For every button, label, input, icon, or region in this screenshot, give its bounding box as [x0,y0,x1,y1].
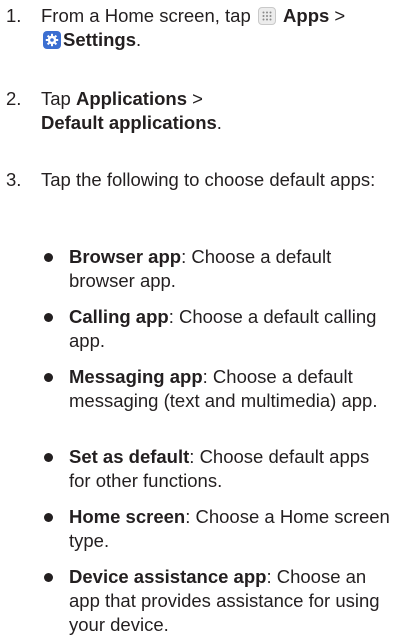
apps-grid-icon [257,7,276,25]
period: . [216,112,222,133]
list-item-text: Messaging app: Choose a default messagin… [69,365,391,413]
settings-label: Settings [63,29,136,50]
list-item-text: Home screen: Choose a Home screen type. [69,505,391,553]
step-text-lead: From a Home screen, tap [41,5,251,26]
list-item-text: Browser app: Choose a default browser ap… [69,245,391,293]
settings-gear-icon [43,31,61,49]
step-text: Tap the following to choose default apps… [41,169,376,190]
step-text: From a Home screen, tap Apps > Settings. [41,4,391,52]
bullet-dot [44,573,53,582]
apps-label: Apps [283,5,330,26]
bullet-dot [44,373,53,382]
list-item-title: Set as default [69,446,190,467]
step-text-lead: Tap [41,88,71,109]
separator: > [192,88,203,109]
step-number: 3. [6,169,22,190]
separator: > [334,5,346,26]
bullet-dot [44,453,53,462]
list-item-text: Calling app: Choose a default calling ap… [69,305,391,353]
list-item-title: Calling app [69,306,169,327]
instructions-document: 1. From a Home screen, tap Apps > Settin… [0,0,395,635]
list-item-title: Browser app [69,246,182,267]
list-item-title: Messaging app [69,366,203,387]
step-number: 1. [6,5,22,26]
applications-label: Applications [75,88,187,109]
period: . [135,29,142,50]
step-text: Tap Applications > Default applications. [41,87,391,135]
bullet-dot [44,313,53,322]
list-item-title: Home screen [69,506,186,527]
list-item-title: Device assistance app [69,566,267,587]
bullet-dot [44,253,53,262]
list-item-text: Set as default: Choose default apps for … [69,445,391,493]
bullet-dot [44,513,53,522]
list-item-text: Device assistance app: Choose an app tha… [69,565,391,637]
step-number: 2. [6,88,22,109]
default-applications-label: Default applications [41,112,217,133]
